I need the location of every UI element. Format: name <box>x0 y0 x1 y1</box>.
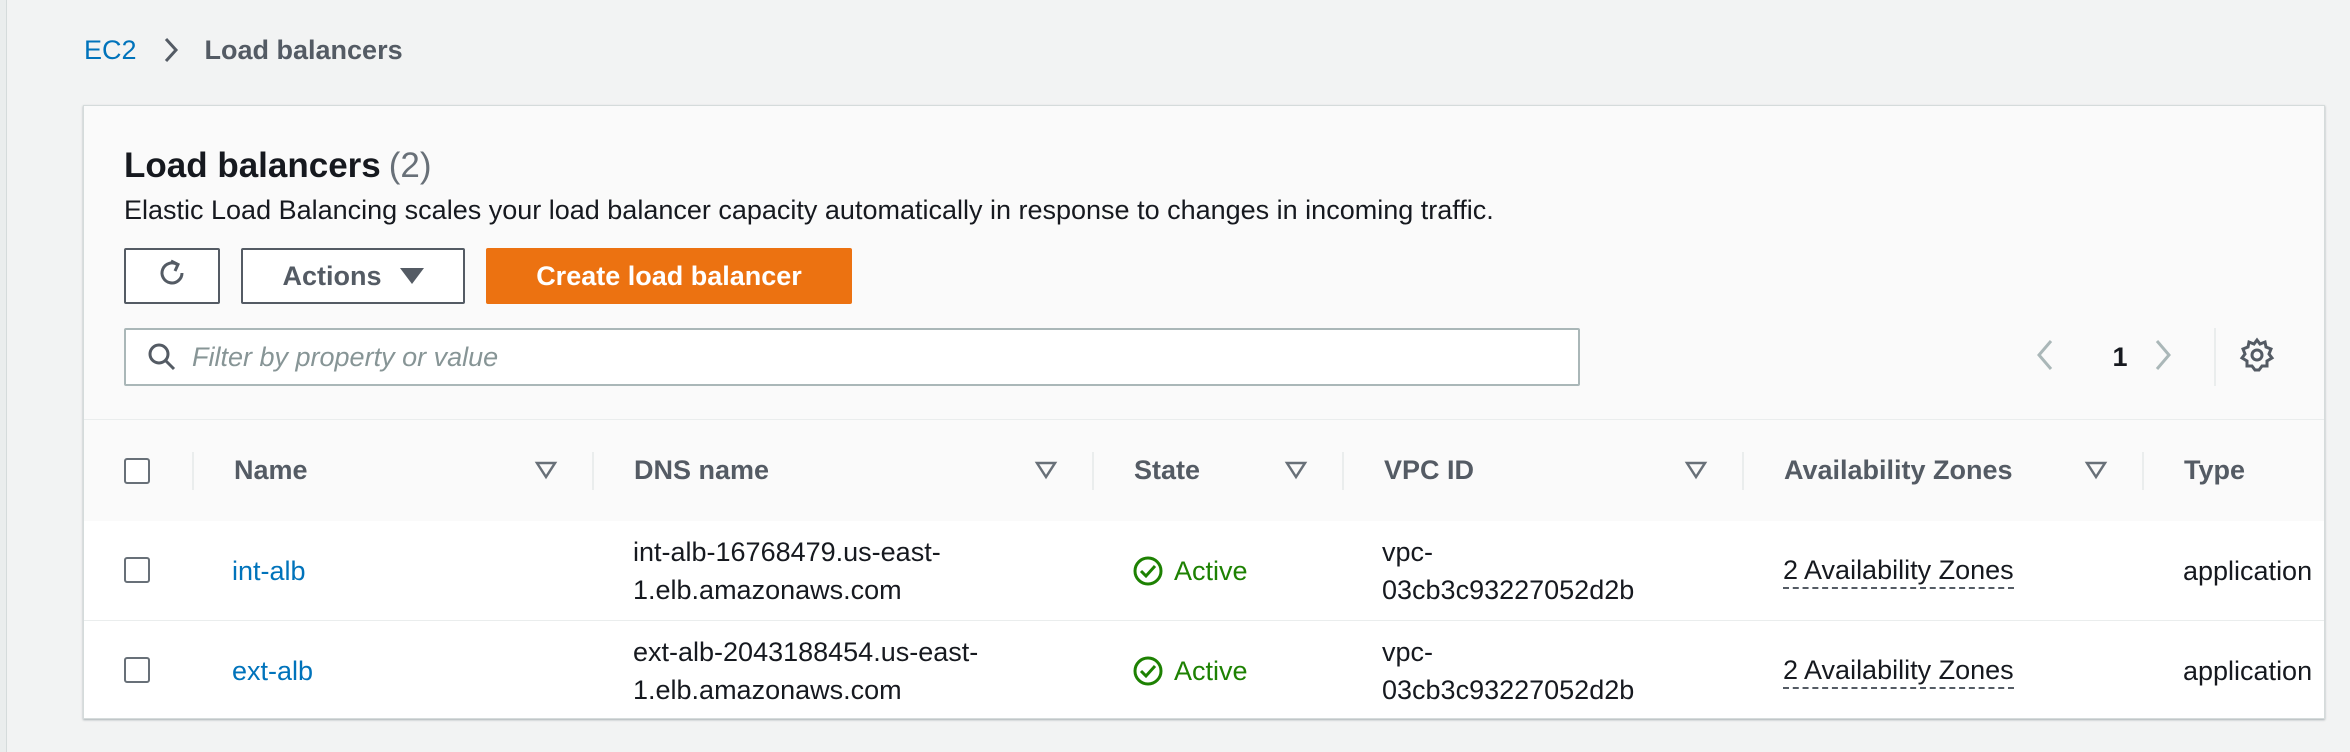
column-divider <box>592 452 594 490</box>
column-divider <box>1342 452 1344 490</box>
column-header-availability-zones[interactable]: Availability Zones <box>1784 420 2013 520</box>
create-load-balancer-button[interactable]: Create load balancer <box>486 248 852 304</box>
state-cell: Active <box>1132 621 1248 718</box>
column-divider <box>1092 452 1094 490</box>
dns-name-line: 1.elb.amazonaws.com <box>633 674 902 705</box>
dns-name-cell: ext-alb-2043188454.us-east- 1.elb.amazon… <box>633 621 979 718</box>
breadcrumb: EC2 Load balancers <box>84 30 403 70</box>
refresh-button[interactable] <box>124 248 220 304</box>
panel-count: (2) <box>388 146 432 185</box>
pagination-current-page[interactable]: 1 <box>2100 328 2140 386</box>
availability-zones-cell: 2 Availability Zones <box>1783 621 2014 718</box>
sort-icon[interactable] <box>1684 458 1708 482</box>
column-header-state[interactable]: State <box>1134 420 1200 520</box>
gear-icon <box>2239 337 2275 378</box>
availability-zones-cell: 2 Availability Zones <box>1783 521 2014 620</box>
row-checkbox[interactable] <box>124 557 150 583</box>
create-label: Create load balancer <box>536 260 802 291</box>
status-success-icon <box>1133 656 1163 685</box>
page-title: Load balancers (2) <box>124 144 432 188</box>
availability-zones-popover-trigger[interactable]: 2 Availability Zones <box>1783 653 2014 689</box>
column-divider <box>1742 452 1744 490</box>
state-label: Active <box>1174 555 1248 586</box>
vpc-id-line: 03cb3c93227052d2b <box>1382 574 1635 605</box>
pagination-divider <box>2214 328 2216 386</box>
column-header-type[interactable]: Type <box>2184 420 2245 520</box>
vpc-id-cell: vpc- 03cb3c93227052d2b <box>1382 621 1635 718</box>
left-edge-divider <box>0 0 7 752</box>
pagination-next-button[interactable] <box>2152 328 2174 386</box>
load-balancers-panel: Load balancers (2) Elastic Load Balancing… <box>83 105 2325 719</box>
column-divider <box>192 452 194 490</box>
dns-name-line: 1.elb.amazonaws.com <box>633 574 902 605</box>
availability-zones-popover-trigger[interactable]: 2 Availability Zones <box>1783 553 2014 589</box>
chevron-right-icon <box>2152 338 2174 377</box>
sort-icon[interactable] <box>1284 458 1308 482</box>
column-header-name[interactable]: Name <box>234 420 308 520</box>
vpc-id-line: vpc- <box>1382 536 1434 567</box>
search-input[interactable] <box>190 340 1554 374</box>
panel-header: Load balancers (2) Elastic Load Balancing… <box>84 106 2324 418</box>
breadcrumb-ec2-link[interactable]: EC2 <box>84 35 137 66</box>
load-balancer-name-link[interactable]: ext-alb <box>232 621 313 718</box>
table-header: Name DNS name State VPC ID Availability … <box>84 419 2324 522</box>
column-divider <box>2142 452 2144 490</box>
state-label: Active <box>1174 655 1248 686</box>
sort-icon[interactable] <box>534 458 558 482</box>
vpc-id-cell: vpc- 03cb3c93227052d2b <box>1382 521 1634 620</box>
table-row[interactable]: int-alb int-alb-16768479.us-east- 1.elb.… <box>84 521 2324 621</box>
actions-label: Actions <box>282 260 382 291</box>
load-balancer-name-link[interactable]: int-alb <box>232 521 306 620</box>
sort-icon[interactable] <box>1034 458 1058 482</box>
vpc-id-line: vpc- <box>1382 636 1434 667</box>
status-success-icon <box>1133 556 1163 585</box>
dns-name-line: ext-alb-2043188454.us-east- <box>633 636 979 667</box>
pagination-previous-button[interactable] <box>2034 328 2056 386</box>
refresh-icon <box>155 256 189 297</box>
dns-name-line: int-alb-16768479.us-east- <box>633 536 941 567</box>
select-all-checkbox[interactable] <box>124 458 150 484</box>
state-cell: Active <box>1132 521 1248 620</box>
vpc-id-line: 03cb3c93227052d2b <box>1382 674 1635 705</box>
type-cell: application <box>2183 555 2313 586</box>
panel-title: Load balancers <box>124 146 381 185</box>
type-cell: application <box>2183 655 2313 686</box>
column-header-dns-name[interactable]: DNS name <box>634 420 769 520</box>
chevron-right-icon <box>151 30 191 70</box>
dns-name-cell: int-alb-16768479.us-east- 1.elb.amazonaw… <box>633 521 941 620</box>
caret-down-icon <box>399 268 424 284</box>
sort-icon[interactable] <box>2084 458 2108 482</box>
table-row[interactable]: ext-alb ext-alb-2043188454.us-east- 1.el… <box>84 621 2324 718</box>
preferences-button[interactable] <box>2232 332 2282 382</box>
column-header-vpc-id[interactable]: VPC ID <box>1384 420 1474 520</box>
actions-dropdown-button[interactable]: Actions <box>241 248 465 304</box>
chevron-left-icon <box>2034 338 2056 377</box>
breadcrumb-current: Load balancers <box>204 34 403 65</box>
search-icon <box>144 339 180 375</box>
search-box <box>124 328 1580 386</box>
panel-description: Elastic Load Balancing scales your load … <box>124 195 1494 225</box>
row-checkbox[interactable] <box>124 657 150 683</box>
